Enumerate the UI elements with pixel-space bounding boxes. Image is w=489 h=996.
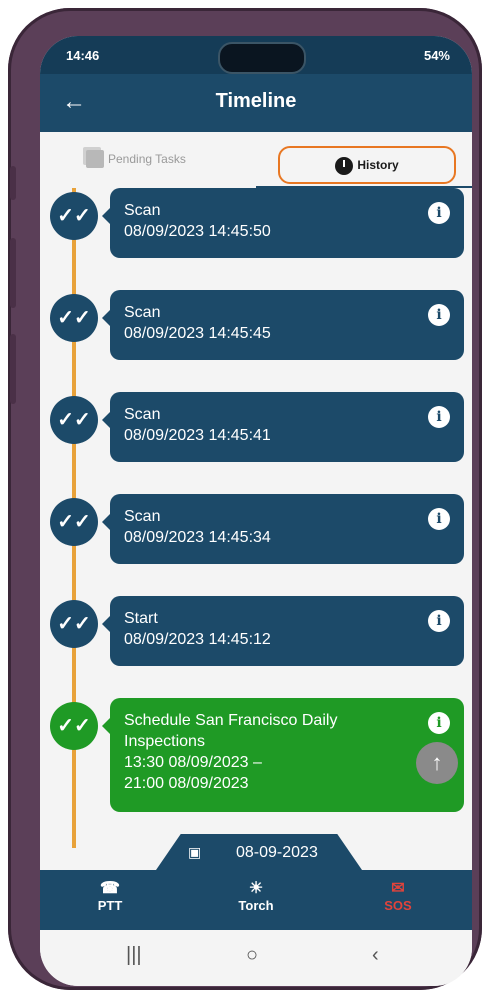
nav-torch-label: Torch [238,898,274,913]
date-value: 08-09-2023 [236,844,318,861]
card-title: Start [124,610,158,627]
date-selector[interactable]: ▣ 08-09-2023 [156,834,362,870]
card-title: Scan [124,304,161,321]
bottom-nav: ☎ PTT ☀ Torch ✉ SOS [40,870,472,930]
scroll-top-button[interactable]: ↑ [416,742,458,784]
home-icon[interactable]: ○ [246,944,258,967]
nav-sos-label: SOS [384,898,412,913]
timeline-card[interactable]: Schedule San Francisco Daily Inspections… [102,698,464,812]
torch-icon: ☀ [248,880,264,897]
card-title: Scan [124,202,161,219]
page-title: Timeline [215,90,297,112]
app-bar: ← Timeline [40,74,472,132]
card-tail [102,208,110,224]
card-time-range-end: 21:00 08/09/2023 [124,775,249,792]
card-tail [102,616,110,632]
timeline-card[interactable]: Start 08/09/2023 14:45:12 i [102,596,464,666]
card-title: Schedule San Francisco Daily Inspections [124,712,338,750]
card-tail [102,718,110,734]
info-icon[interactable]: i [428,304,450,326]
card-timestamp: 08/09/2023 14:45:12 [124,631,271,648]
nav-ptt[interactable]: ☎ PTT [70,878,150,913]
double-check-icon: ✓✓ [50,192,98,240]
card-timestamp: 08/09/2023 14:45:41 [124,427,271,444]
double-check-icon: ✓✓ [50,396,98,444]
nav-ptt-label: PTT [97,898,123,913]
tab-bar: Pending Tasks History [40,132,472,188]
tab-pending-tasks[interactable]: Pending Tasks [86,150,186,168]
card-tail [102,514,110,530]
side-button [10,334,16,404]
card-title: Scan [124,508,161,525]
double-check-icon: ✓✓ [50,600,98,648]
tab-history[interactable]: History [278,146,456,184]
card-timestamp: 08/09/2023 14:45:34 [124,529,271,546]
timeline-card[interactable]: Scan 08/09/2023 14:45:50 i [102,188,464,258]
info-icon[interactable]: i [428,508,450,530]
info-icon[interactable]: i [428,202,450,224]
phone-frame: 14:46 54% ← Timeline Pending Tasks Histo… [8,8,482,990]
info-icon[interactable]: i [428,406,450,428]
timeline-card[interactable]: Scan 08/09/2023 14:45:34 i [102,494,464,564]
card-title: Scan [124,406,161,423]
status-battery: 54% [423,48,450,63]
system-nav-bar: ||| ○ ‹ [40,930,472,986]
screen: 14:46 54% ← Timeline Pending Tasks Histo… [40,36,472,986]
side-button [10,238,16,308]
card-time-range-start: 13:30 08/09/2023 – [124,754,262,771]
card-timestamp: 08/09/2023 14:45:45 [124,325,271,342]
double-check-icon: ✓✓ [50,498,98,546]
tab-history-label: History [357,158,399,172]
ptt-icon: ☎ [100,880,120,897]
nav-sos[interactable]: ✉ SOS [358,878,438,913]
side-button [10,166,16,200]
recent-apps-icon[interactable]: ||| [126,944,142,967]
double-check-icon: ✓✓ [50,702,98,750]
double-check-icon: ✓✓ [50,294,98,342]
info-icon[interactable]: i [428,712,450,734]
nav-torch[interactable]: ☀ Torch [216,878,296,913]
camera-notch [218,42,306,74]
status-bar: 14:46 54% [40,36,472,74]
tab-pending-label: Pending Tasks [108,152,186,166]
timeline-card[interactable]: Scan 08/09/2023 14:45:45 i [102,290,464,360]
timeline-card[interactable]: Scan 08/09/2023 14:45:41 i [102,392,464,462]
status-time: 14:46 [66,48,100,63]
timeline-list[interactable]: ✓✓ Scan 08/09/2023 14:45:50 i ✓✓ Scan 08… [40,188,472,890]
calendar-icon: ▣ [188,844,202,860]
back-nav-icon[interactable]: ‹ [372,944,379,967]
card-tail [102,310,110,326]
clock-icon [335,156,354,175]
card-timestamp: 08/09/2023 14:45:50 [124,223,271,240]
card-tail [102,412,110,428]
info-icon[interactable]: i [428,610,450,632]
sos-mail-icon: ✉ [391,880,405,897]
tasks-icon [86,150,104,168]
